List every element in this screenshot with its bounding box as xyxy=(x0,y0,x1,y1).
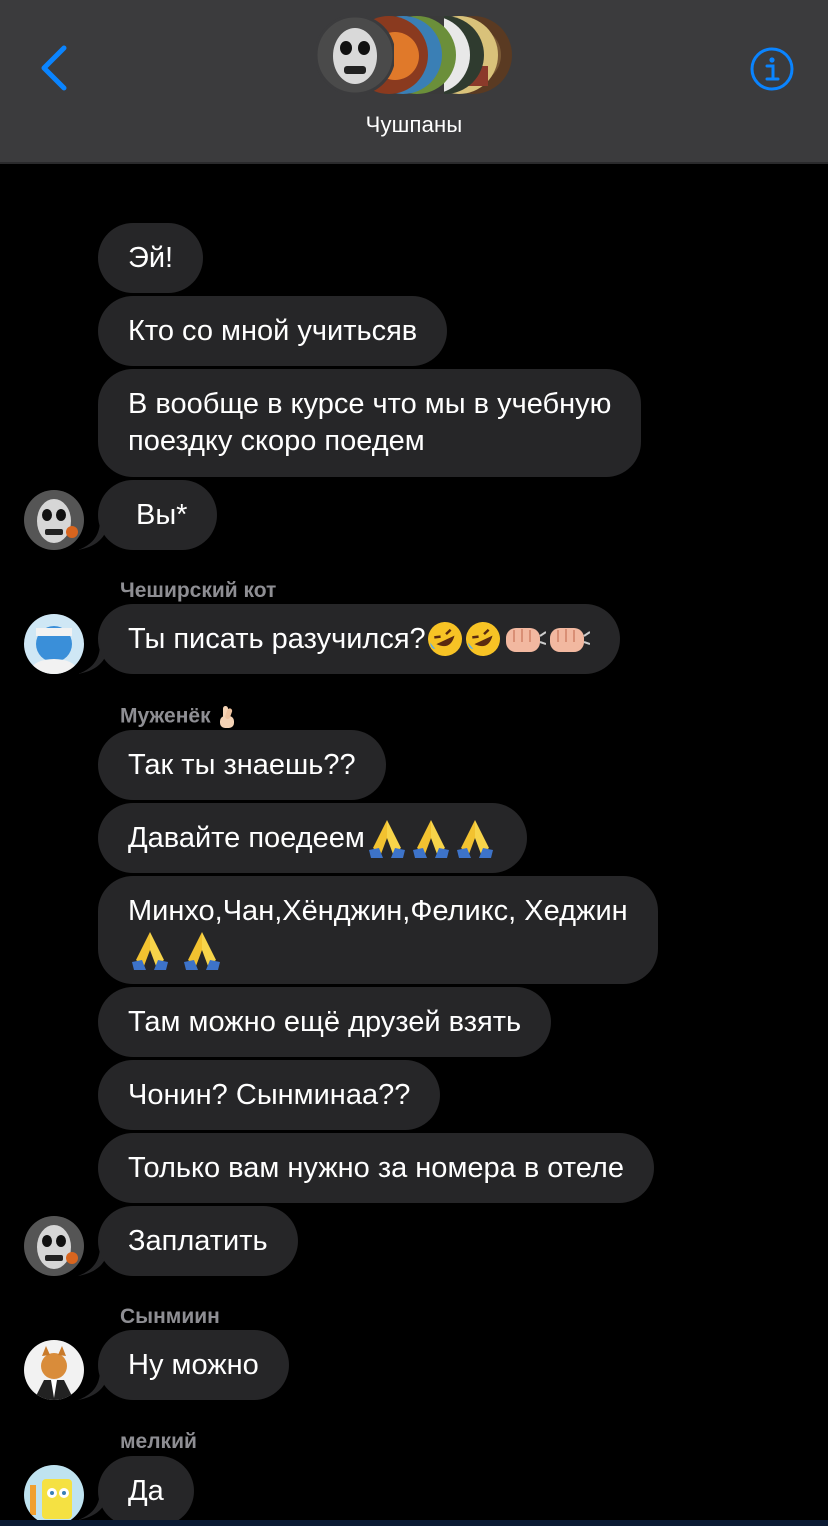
sender-name: Чеширский кот xyxy=(120,579,277,602)
message-text: Заплатить xyxy=(128,1224,268,1257)
message-bubble[interactable]: Ты писать разучился? xyxy=(98,604,620,674)
message-bubble[interactable]: Кто со мной учитьсяв xyxy=(98,296,448,366)
pray-emoji-icon xyxy=(184,932,221,970)
message-text: Ты писать разучился? xyxy=(128,622,426,655)
sender-avatar[interactable] xyxy=(24,614,84,674)
chevron-left-icon xyxy=(41,45,67,91)
rofl-emoji-icon xyxy=(465,622,500,656)
group-avatar-stack[interactable] xyxy=(316,12,512,98)
message-text: Чонин? Сынминаа?? xyxy=(128,1078,411,1111)
fist-emoji-icon xyxy=(505,628,546,652)
avatar-image xyxy=(24,1216,84,1276)
message-text: Там можно ещё друзей взять xyxy=(128,1005,522,1038)
message-bubble[interactable]: Давайте поедеем xyxy=(98,803,527,873)
sender-name: Сынмиин xyxy=(120,1305,220,1328)
message-text: Только вам нужно за номера в отеле xyxy=(128,1151,624,1184)
message-bubble[interactable]: Так ты знаешь?? xyxy=(98,730,386,800)
avatar-image xyxy=(24,1465,84,1525)
sender-avatar[interactable] xyxy=(24,490,84,550)
sender-avatar[interactable] xyxy=(24,1216,84,1276)
message-bubble[interactable]: Вы* xyxy=(98,480,218,550)
message-text: Минхо,Чан,Хёнджин,Феликс, Хеджин xyxy=(128,895,628,927)
message-bubble[interactable]: Там можно ещё друзей взять xyxy=(98,987,552,1057)
message-bubble[interactable]: Только вам нужно за номера в отеле xyxy=(98,1133,654,1203)
crossed-fingers-emoji-icon xyxy=(220,706,235,728)
message-text: Ну можно xyxy=(128,1348,259,1381)
message-emoji-line xyxy=(128,930,628,970)
avatar-image xyxy=(24,490,84,550)
pray-emoji-icon xyxy=(132,932,168,970)
message-text: Вы* xyxy=(136,498,188,531)
avatar-image xyxy=(24,614,84,674)
info-button[interactable] xyxy=(750,47,794,91)
sender-name: мелкий xyxy=(120,1430,197,1453)
sender-avatar[interactable] xyxy=(24,1340,84,1400)
back-button[interactable] xyxy=(32,42,76,94)
message-text: В вообще в курсе что мы в учебную xyxy=(128,388,612,420)
message-bubble[interactable]: Минхо,Чан,Хёнджин,Феликс, Хеджин xyxy=(98,876,658,984)
message-text: Кто со мной учитьсяв xyxy=(128,314,418,347)
message-text: Так ты знаешь?? xyxy=(128,748,356,781)
message-text: Эй! xyxy=(128,241,174,274)
group-title[interactable]: Чушпаны xyxy=(0,112,828,138)
rofl-emoji-icon xyxy=(427,622,462,656)
fist-emoji-icon xyxy=(549,628,590,652)
member-avatar xyxy=(316,16,394,94)
info-circle-icon xyxy=(750,47,794,91)
sender-avatar[interactable] xyxy=(24,1465,84,1525)
avatar-image xyxy=(24,1340,84,1400)
bottom-edge xyxy=(0,1520,828,1526)
message-text: поездку скоро поедем xyxy=(128,425,425,457)
pray-emoji-icon xyxy=(412,820,449,858)
pray-emoji-icon xyxy=(368,820,405,858)
message-text: Да xyxy=(128,1474,164,1507)
message-bubble[interactable]: Чонин? Сынминаа?? xyxy=(98,1060,441,1130)
message-bubble[interactable]: В вообще в курсе что мы в учебную поездк… xyxy=(98,369,642,477)
chat-header: Чушпаны xyxy=(0,0,828,164)
pray-emoji-icon xyxy=(456,820,493,858)
message-bubble[interactable]: Эй! xyxy=(98,223,204,293)
message-bubble[interactable]: Заплатить xyxy=(98,1206,298,1276)
sender-name: Муженёк xyxy=(120,704,238,730)
message-bubble[interactable]: Ну можно xyxy=(98,1330,289,1400)
message-text: Давайте поедеем xyxy=(128,821,365,854)
message-bubble[interactable]: Да xyxy=(98,1456,194,1526)
